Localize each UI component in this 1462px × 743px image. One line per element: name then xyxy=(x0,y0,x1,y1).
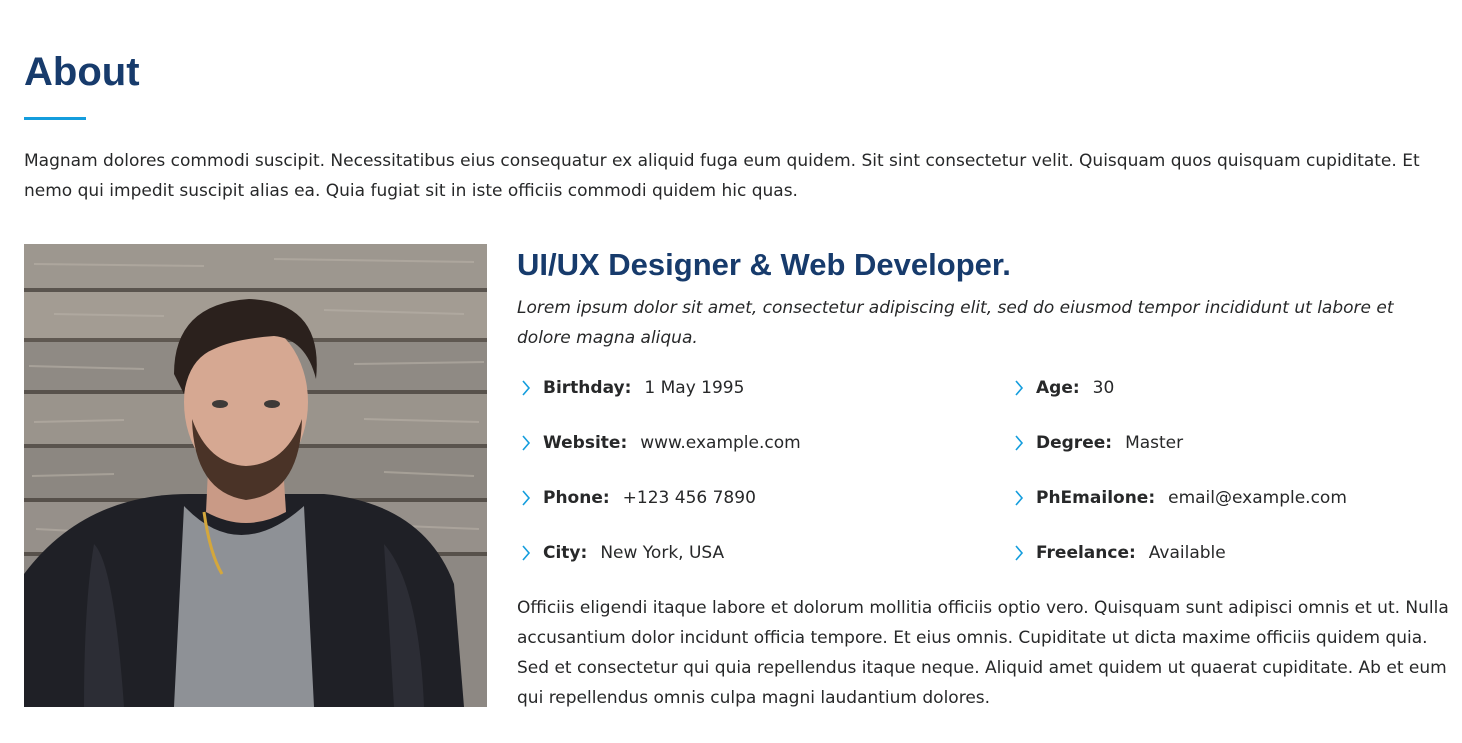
chevron-right-icon xyxy=(1015,490,1024,506)
chevron-right-icon xyxy=(1015,545,1024,561)
info-item-phone: Phone: +123 456 7890 xyxy=(517,483,756,513)
info-item-age: Age: 30 xyxy=(1010,373,1114,403)
chevron-right-icon xyxy=(522,435,531,451)
info-value: email@example.com xyxy=(1168,488,1347,508)
info-value: www.example.com xyxy=(640,433,801,453)
role-title: UI/UX Designer & Web Developer. xyxy=(517,247,1011,282)
info-label: Age: xyxy=(1036,378,1080,398)
chevron-right-icon xyxy=(1015,435,1024,451)
intro-text: Magnam dolores commodi suscipit. Necessi… xyxy=(24,151,1420,201)
chevron-right-icon xyxy=(1015,380,1024,396)
info-item-website: Website: www.example.com xyxy=(517,428,801,458)
info-label: City: xyxy=(543,543,588,563)
role-description: Lorem ipsum dolor sit amet, consectetur … xyxy=(517,298,1394,348)
chevron-right-icon xyxy=(522,545,531,561)
info-item-degree: Degree: Master xyxy=(1010,428,1183,458)
title-underline xyxy=(24,117,86,120)
section-title: About xyxy=(24,50,140,94)
info-label: Freelance: xyxy=(1036,543,1136,563)
info-value: Available xyxy=(1148,543,1226,563)
info-value: +123 456 7890 xyxy=(622,488,756,508)
info-item-freelance: Freelance: Available xyxy=(1010,538,1226,568)
info-label: Degree: xyxy=(1036,433,1113,453)
info-label: Phone: xyxy=(543,488,610,508)
info-item-birthday: Birthday: 1 May 1995 xyxy=(517,373,744,403)
info-value: 1 May 1995 xyxy=(644,378,745,398)
info-value: Master xyxy=(1125,433,1184,453)
info-item-city: City: New York, USA xyxy=(517,538,724,568)
info-label: Website: xyxy=(543,433,628,453)
outro-text: Officiis eligendi itaque labore et dolor… xyxy=(517,598,1449,708)
info-label: Birthday: xyxy=(543,378,632,398)
info-item-email: PhEmailone: email@example.com xyxy=(1010,483,1347,513)
info-label: PhEmailone: xyxy=(1036,488,1156,508)
chevron-right-icon xyxy=(522,380,531,396)
chevron-right-icon xyxy=(522,490,531,506)
info-value: New York, USA xyxy=(600,543,725,563)
profile-photo xyxy=(24,244,487,707)
info-value: 30 xyxy=(1092,378,1115,398)
